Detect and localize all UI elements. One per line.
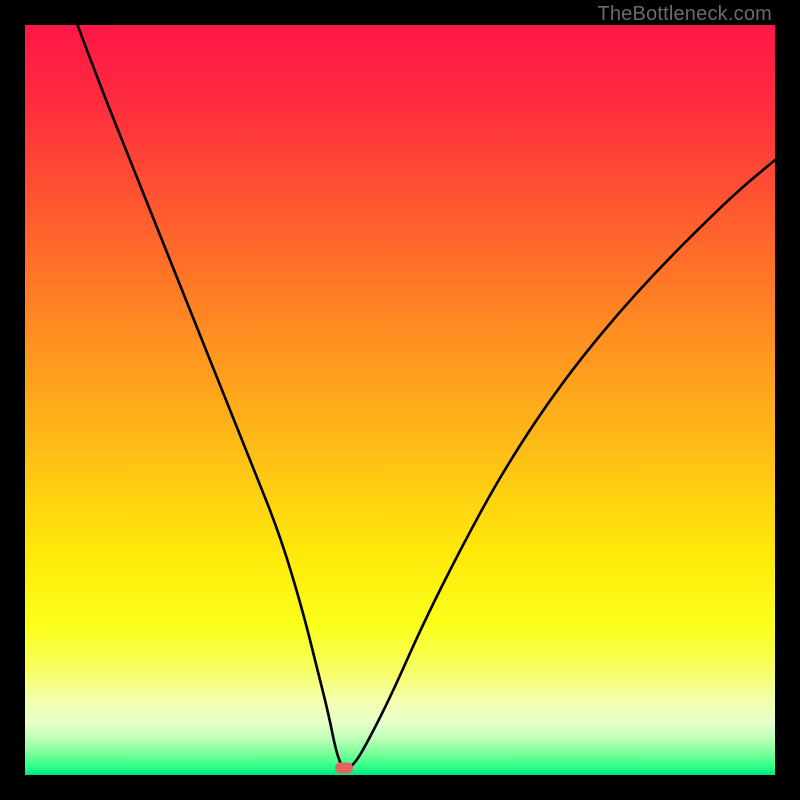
bottleneck-curve: [25, 25, 775, 775]
plot-area: [25, 25, 775, 775]
watermark-text: TheBottleneck.com: [597, 3, 772, 26]
chart-frame: TheBottleneck.com: [0, 0, 800, 800]
optimal-marker: [335, 762, 353, 773]
